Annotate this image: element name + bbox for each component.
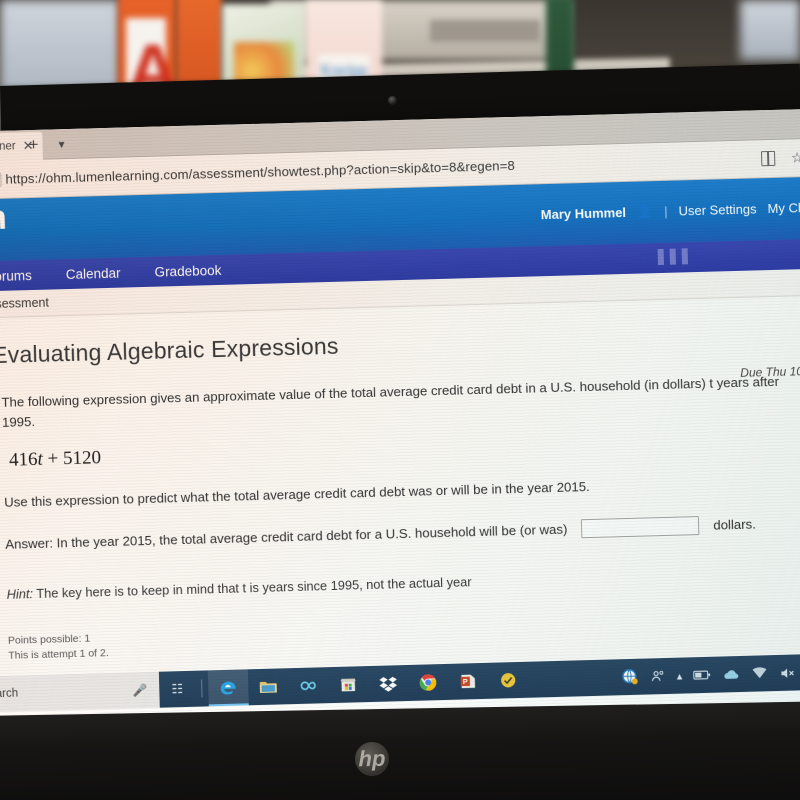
checkmark-shield-icon <box>501 673 516 688</box>
assessment-content: Evaluating Algebraic Expressions Due Thu… <box>0 295 800 713</box>
browser-tab-title: ner <box>0 140 16 153</box>
expression-coefficient: 416 <box>8 448 38 471</box>
svg-text:P: P <box>463 677 468 686</box>
laptop-screen: ner ✕ + ▾ https://ohm.lumenlearning.com/… <box>0 108 800 732</box>
dropbox-icon <box>379 677 398 693</box>
onedrive-cloud-icon[interactable] <box>722 667 740 681</box>
answer-input[interactable] <box>581 516 700 539</box>
header-separator: | <box>663 203 668 219</box>
question-meta: Points possible: 1 This is attempt 1 of … <box>8 612 800 664</box>
taskbar-divider <box>201 679 203 698</box>
background-wall-right <box>740 0 800 60</box>
answer-row: Answer: In the year 2015, the total aver… <box>5 513 800 555</box>
lms-logo[interactable]: m <box>0 199 6 238</box>
breadcrumb-item-assessment[interactable]: Assessment <box>0 296 49 312</box>
my-classes-link[interactable]: My Clas <box>767 199 800 215</box>
math-expression: 416t + 5120 <box>9 425 800 475</box>
taskbar-app-microsoft-store[interactable] <box>328 666 369 703</box>
hint-row: Hint: The key here is to keep in mind th… <box>6 563 800 604</box>
nav-item-forums[interactable]: Forums <box>0 268 32 284</box>
volume-muted-icon[interactable] <box>779 665 796 680</box>
person-icon: 👤 <box>636 203 654 219</box>
nav-decoration <box>657 248 693 266</box>
new-tab-button[interactable]: + <box>28 135 38 154</box>
battery-icon[interactable] <box>693 669 711 681</box>
chrome-icon <box>419 674 437 691</box>
laptop-base <box>0 700 800 800</box>
taskbar-app-checkmark-shield[interactable] <box>488 662 529 699</box>
microsoft-store-icon <box>340 678 356 692</box>
expression-constant: 5120 <box>62 446 102 469</box>
microphone-icon[interactable]: 🎤 <box>132 683 147 697</box>
due-date: Due Thu 10/1 <box>740 363 800 380</box>
hint-text: The key here is to keep in mind that t i… <box>36 573 472 601</box>
wifi-icon[interactable] <box>751 667 768 681</box>
answer-prefix-text: Answer: In the year 2015, the total aver… <box>5 521 568 552</box>
file-explorer-icon <box>259 682 277 694</box>
chevron-up-icon[interactable]: ▴ <box>677 669 683 682</box>
search-input[interactable]: earch 🎤 <box>0 672 160 713</box>
page-info-icon <box>0 172 2 187</box>
nav-item-calendar[interactable]: Calendar <box>66 265 121 281</box>
lms-header-right: Mary Hummel 👤 | User Settings My Clas <box>541 199 800 222</box>
expression-variable: t <box>37 448 44 470</box>
taskbar-app-edge[interactable] <box>207 669 249 707</box>
taskbar-app-powerpoint[interactable]: P <box>448 663 489 700</box>
answer-suffix-text: dollars. <box>713 516 757 533</box>
expression-operator: + <box>47 447 59 470</box>
chevron-down-icon[interactable]: ▾ <box>58 137 64 151</box>
edge-icon <box>220 681 236 695</box>
weather-globe-icon[interactable] <box>621 668 639 686</box>
search-placeholder: earch <box>0 687 19 701</box>
reading-view-icon[interactable] <box>756 146 781 171</box>
taskbar-app-dropbox[interactable] <box>368 665 409 702</box>
taskbar-app-file-explorer[interactable] <box>248 669 289 706</box>
link-loop-icon <box>300 681 316 691</box>
question-intro: The following expression gives an approx… <box>1 373 780 430</box>
task-view-icon[interactable]: ☷ <box>159 681 195 698</box>
background-ceiling-panel <box>430 20 540 42</box>
user-settings-link[interactable]: User Settings <box>678 201 756 218</box>
people-icon[interactable] <box>650 668 666 684</box>
user-name[interactable]: Mary Hummel <box>541 204 627 221</box>
powerpoint-icon: P <box>460 674 476 689</box>
question-prompt: Use this expression to predict what the … <box>3 479 590 510</box>
nav-item-gradebook[interactable]: Gradebook <box>154 262 221 279</box>
system-tray: ▴ 3:48 10/14 <box>621 661 800 689</box>
star-icon[interactable]: ☆ <box>785 145 800 170</box>
taskbar-app-chrome[interactable] <box>408 664 449 701</box>
taskbar-app-link-loop[interactable] <box>288 667 329 704</box>
hint-label: Hint: <box>6 585 34 602</box>
